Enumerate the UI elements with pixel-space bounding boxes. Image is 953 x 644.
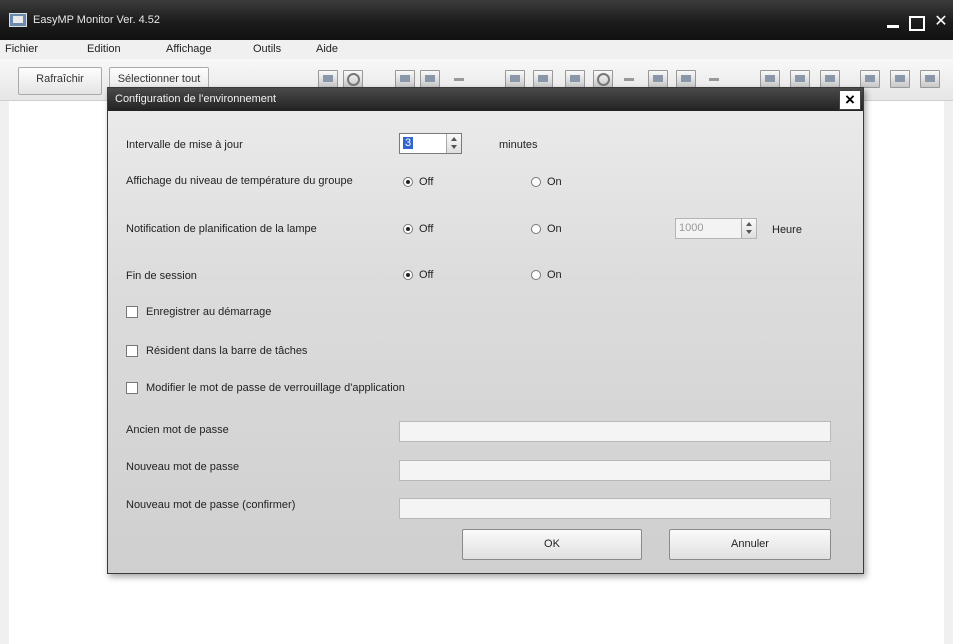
change-lock-password-checkbox[interactable]: Modifier le mot de passe de verrouillage…: [126, 382, 405, 394]
stepper-arrows-icon[interactable]: [446, 134, 461, 153]
timer-icon[interactable]: [593, 70, 613, 88]
checkbox-unchecked-icon: [126, 306, 138, 318]
radio-label: On: [547, 223, 562, 235]
separator-icon: [620, 70, 640, 88]
taskbar-resident-checkbox[interactable]: Résident dans la barre de tâches: [126, 345, 307, 357]
mail-icon[interactable]: [790, 70, 810, 88]
dialog-close-button[interactable]: ×: [839, 90, 861, 110]
main-titlebar: EasyMP Monitor Ver. 4.52 ✕: [0, 0, 953, 40]
network-icon[interactable]: [820, 70, 840, 88]
update-interval-unit: minutes: [499, 139, 538, 151]
radio-selected-icon: [403, 270, 413, 280]
stepper-arrows-icon[interactable]: [741, 219, 756, 238]
checkbox-label: Modifier le mot de passe de verrouillage…: [146, 382, 405, 394]
radio-label: Off: [419, 269, 434, 281]
radio-selected-icon: [403, 177, 413, 187]
separator-icon: [705, 70, 725, 88]
checkbox-label: Enregistrer au démarrage: [146, 306, 272, 318]
update-interval-value: 3: [403, 137, 414, 149]
radio-unselected-icon: [531, 177, 541, 187]
temperature-on-radio[interactable]: On: [531, 176, 562, 188]
window-title: EasyMP Monitor Ver. 4.52: [33, 14, 160, 26]
app-monitor-icon: [9, 13, 27, 27]
menu-affichage[interactable]: Affichage: [166, 43, 212, 55]
confirm-password-label: Nouveau mot de passe (confirmer): [126, 499, 296, 511]
lamp-hours-unit: Heure: [772, 224, 802, 236]
new-password-field[interactable]: [399, 460, 831, 481]
lamp-hours-stepper[interactable]: 1000: [675, 218, 757, 239]
input-source-icon[interactable]: [533, 70, 553, 88]
cancel-button[interactable]: Annuler: [669, 529, 831, 560]
radio-label: Off: [419, 176, 434, 188]
update-interval-label: Intervalle de mise à jour: [126, 139, 243, 151]
session-end-off-radio[interactable]: Off: [403, 269, 433, 281]
session-end-on-radio[interactable]: On: [531, 269, 562, 281]
new-password-label: Nouveau mot de passe: [126, 461, 240, 473]
close-window-icon[interactable]: ✕: [929, 12, 953, 32]
environment-config-dialog: Configuration de l'environnement × Inter…: [107, 87, 864, 574]
projector-icon[interactable]: [860, 70, 880, 88]
separator-icon: [450, 70, 470, 88]
refresh-button[interactable]: Rafraîchir: [18, 67, 102, 95]
window-controls: ✕: [881, 12, 953, 32]
confirm-password-field[interactable]: [399, 498, 831, 519]
lamp-off-radio[interactable]: Off: [403, 223, 433, 235]
input-source-icon[interactable]: [505, 70, 525, 88]
session-end-label: Fin de session: [126, 270, 197, 282]
power-icon[interactable]: [343, 70, 363, 88]
radio-unselected-icon: [531, 224, 541, 234]
projector-grid-icon[interactable]: [318, 70, 338, 88]
old-password-label: Ancien mot de passe: [126, 424, 229, 436]
lamp-on-radio[interactable]: On: [531, 223, 562, 235]
temperature-off-radio[interactable]: Off: [403, 176, 433, 188]
menu-edition[interactable]: Edition: [87, 43, 121, 55]
menu-outils[interactable]: Outils: [253, 43, 281, 55]
radio-label: On: [547, 176, 562, 188]
checkbox-unchecked-icon: [126, 382, 138, 394]
maximize-icon[interactable]: [905, 12, 929, 32]
radio-label: Off: [419, 223, 434, 235]
menu-bar: Fichier Edition Affichage Outils Aide: [0, 40, 953, 59]
old-password-field[interactable]: [399, 421, 831, 442]
projector-icon[interactable]: [890, 70, 910, 88]
update-interval-stepper[interactable]: 3: [399, 133, 462, 154]
register-startup-checkbox[interactable]: Enregistrer au démarrage: [126, 306, 271, 318]
input-source-icon[interactable]: [565, 70, 585, 88]
monitor-icon[interactable]: [676, 70, 696, 88]
minimize-icon[interactable]: [881, 12, 905, 32]
menu-aide[interactable]: Aide: [316, 43, 338, 55]
checkbox-unchecked-icon: [126, 345, 138, 357]
radio-selected-icon: [403, 224, 413, 234]
menu-fichier[interactable]: Fichier: [5, 43, 38, 55]
display-icon[interactable]: [395, 70, 415, 88]
monitor-icon[interactable]: [648, 70, 668, 88]
dialog-titlebar: Configuration de l'environnement ×: [108, 88, 863, 111]
radio-unselected-icon: [531, 270, 541, 280]
settings-panel-icon[interactable]: [760, 70, 780, 88]
dialog-title: Configuration de l'environnement: [115, 93, 277, 105]
ok-button[interactable]: OK: [462, 529, 642, 560]
lamp-notification-label: Notification de planification de la lamp…: [126, 223, 317, 235]
display-icon[interactable]: [420, 70, 440, 88]
checkbox-label: Résident dans la barre de tâches: [146, 345, 308, 357]
lamp-hours-value: 1000: [679, 222, 704, 234]
radio-label: On: [547, 269, 562, 281]
temperature-display-label: Affichage du niveau de température du gr…: [126, 175, 353, 187]
help-icon[interactable]: [920, 70, 940, 88]
